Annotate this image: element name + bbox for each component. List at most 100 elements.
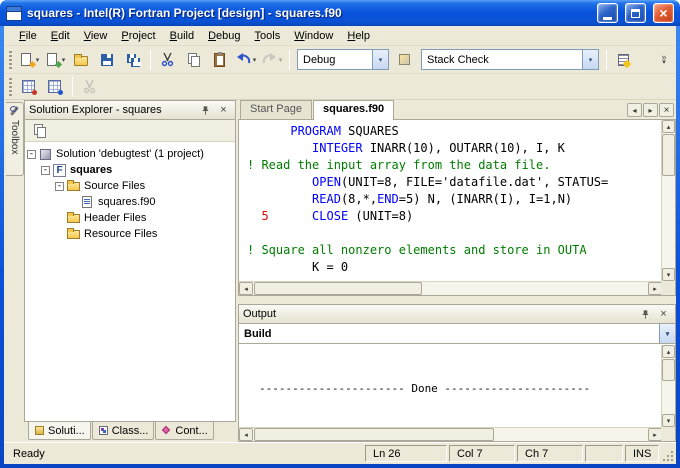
- toolbox-tab[interactable]: Toolbox: [6, 102, 24, 176]
- folder-icon: [67, 180, 81, 193]
- expand-box[interactable]: -: [27, 150, 36, 159]
- undo-button[interactable]: ▾: [234, 48, 258, 72]
- toolbar-options-button[interactable]: » ▾: [656, 48, 672, 72]
- tree-row-squares-f90[interactable]: squares.f90: [27, 194, 233, 210]
- combo-dropdown-arrow[interactable]: ▾: [659, 324, 675, 343]
- redo-button[interactable]: ▾: [260, 48, 284, 72]
- horizontal-splitter[interactable]: [238, 296, 676, 304]
- tree-row-source-files[interactable]: - Source Files: [27, 178, 233, 194]
- expand-box[interactable]: -: [41, 166, 50, 175]
- code-area[interactable]: PROGRAM SQUARES INTEGER INARR(10), OUTAR…: [239, 120, 662, 281]
- menu-help[interactable]: Help: [340, 27, 377, 45]
- tab-squares-f90[interactable]: squares.f90: [313, 100, 394, 120]
- editor-vertical-scrollbar[interactable]: ▴ ▾: [661, 120, 675, 281]
- resize-grip[interactable]: [661, 445, 674, 462]
- scrollbar-corner: [661, 281, 675, 295]
- open-folder-icon: [73, 52, 89, 68]
- tree-row-resource-files[interactable]: Resource Files: [27, 226, 233, 242]
- redo-dropdown-arrow[interactable]: ▾: [279, 56, 283, 64]
- combo-dropdown-arrow[interactable]: ▾: [582, 50, 598, 69]
- maximize-button[interactable]: [625, 3, 646, 23]
- menu-edit[interactable]: Edit: [44, 27, 77, 45]
- copy-button[interactable]: [182, 48, 206, 72]
- undo-dropdown-arrow[interactable]: ▾: [253, 56, 257, 64]
- build-toolbar: [4, 74, 676, 100]
- status-character: Ch 7: [517, 445, 583, 462]
- scrollbar-thumb[interactable]: [254, 428, 494, 441]
- scroll-up-icon[interactable]: ▴: [662, 120, 675, 133]
- menu-file[interactable]: File: [12, 27, 44, 45]
- main-content: Toolbox Solution Explorer - squares ×: [4, 100, 676, 442]
- scroll-right-icon[interactable]: ▸: [648, 428, 662, 441]
- folder-icon: [67, 228, 81, 241]
- solution-configuration-combo[interactable]: Debug ▾: [297, 49, 389, 70]
- diagnostic-combo[interactable]: Stack Check ▾: [421, 49, 599, 70]
- scroll-left-icon[interactable]: ◂: [239, 282, 253, 295]
- new-project-dropdown-arrow[interactable]: ▾: [36, 56, 40, 64]
- output-vertical-scrollbar[interactable]: ▴ ▾: [661, 345, 675, 427]
- app-icon: [6, 6, 22, 21]
- toolbar-grip[interactable]: [9, 78, 12, 96]
- output-horizontal-scrollbar[interactable]: ◂ ▸: [239, 427, 662, 441]
- cut-icon: [160, 52, 176, 68]
- pin-button[interactable]: [197, 103, 212, 117]
- menu-tools[interactable]: Tools: [248, 27, 288, 45]
- properties-window-button[interactable]: [612, 48, 636, 72]
- menu-build[interactable]: Build: [163, 27, 201, 45]
- tree-row-header-files[interactable]: Header Files: [27, 210, 233, 226]
- paste-button[interactable]: [208, 48, 232, 72]
- add-item-dropdown-arrow[interactable]: ▾: [62, 56, 66, 64]
- tab-contents[interactable]: Cont...: [155, 422, 213, 440]
- save-all-button[interactable]: [121, 48, 145, 72]
- tab-class-view[interactable]: Class...: [92, 422, 155, 440]
- tab-start-page[interactable]: Start Page: [240, 100, 312, 119]
- scroll-left-icon[interactable]: ◂: [239, 428, 253, 441]
- editor-horizontal-scrollbar[interactable]: ◂ ▸: [239, 281, 662, 295]
- output-pane-selector[interactable]: Build ▾: [239, 324, 675, 344]
- scroll-tabs-right-button[interactable]: ▸: [643, 103, 658, 117]
- close-document-button[interactable]: ×: [659, 103, 674, 117]
- toolbar-separator: [289, 50, 290, 70]
- close-panel-button[interactable]: ×: [656, 307, 671, 321]
- tree-row-solution[interactable]: - Solution 'debugtest' (1 project): [27, 146, 233, 162]
- configuration-manager-button[interactable]: [393, 48, 417, 72]
- pin-button[interactable]: [637, 307, 652, 321]
- menu-debug[interactable]: Debug: [201, 27, 247, 45]
- build-project-button[interactable]: [43, 75, 67, 99]
- properties-icon: [32, 123, 48, 139]
- combo-dropdown-arrow[interactable]: ▾: [372, 50, 388, 69]
- expand-box[interactable]: -: [55, 182, 64, 191]
- output-titlebar[interactable]: Output ×: [238, 304, 676, 324]
- cut-button[interactable]: [156, 48, 180, 72]
- scroll-down-icon[interactable]: ▾: [662, 268, 675, 281]
- panel-tab-strip: Soluti... Class... Cont...: [24, 422, 236, 442]
- menu-project[interactable]: Project: [114, 27, 162, 45]
- scrollbar-thumb[interactable]: [662, 359, 675, 381]
- scroll-down-icon[interactable]: ▾: [662, 414, 675, 427]
- scroll-tabs-left-button[interactable]: ◂: [627, 103, 642, 117]
- output-text[interactable]: ---------------------- Done ------------…: [239, 345, 662, 427]
- close-panel-button[interactable]: ×: [216, 103, 231, 117]
- new-project-button[interactable]: ▾: [17, 48, 41, 72]
- scroll-right-icon[interactable]: ▸: [648, 282, 662, 295]
- cancel-build-icon: [82, 79, 98, 95]
- titlebar[interactable]: squares - Intel(R) Fortran Project [desi…: [0, 0, 680, 26]
- close-button[interactable]: ×: [653, 3, 674, 23]
- properties-button[interactable]: [28, 121, 52, 141]
- scroll-up-icon[interactable]: ▴: [662, 345, 675, 358]
- scrollbar-thumb[interactable]: [254, 282, 422, 295]
- add-item-button[interactable]: ▾: [43, 48, 67, 72]
- menu-window[interactable]: Window: [287, 27, 340, 45]
- cancel-build-button[interactable]: [78, 75, 102, 99]
- scrollbar-thumb[interactable]: [662, 134, 675, 176]
- save-button[interactable]: [95, 48, 119, 72]
- open-file-button[interactable]: [69, 48, 93, 72]
- minimize-button[interactable]: [597, 3, 618, 23]
- tab-solution-explorer[interactable]: Soluti...: [28, 422, 91, 440]
- output-title: Output: [243, 308, 633, 320]
- build-solution-button[interactable]: [17, 75, 41, 99]
- tree-row-project[interactable]: - F squares: [27, 162, 233, 178]
- toolbar-grip[interactable]: [9, 51, 12, 69]
- solution-explorer-titlebar[interactable]: Solution Explorer - squares ×: [24, 100, 236, 120]
- menu-view[interactable]: View: [77, 27, 115, 45]
